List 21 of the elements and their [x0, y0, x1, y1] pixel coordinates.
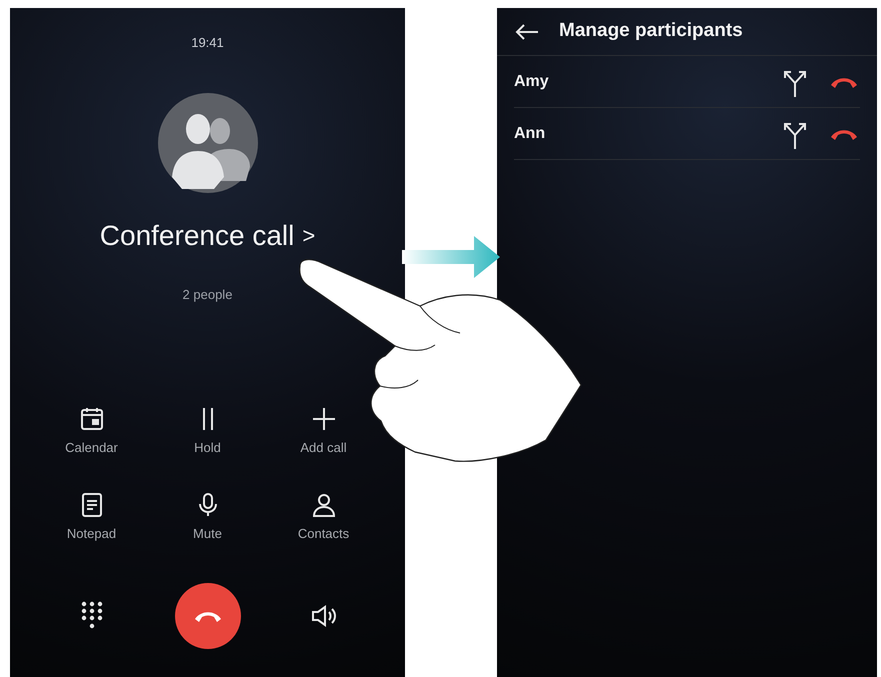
- participant-name: Amy: [514, 72, 550, 92]
- action-button[interactable]: Calendar: [34, 406, 150, 458]
- plus-icon: [310, 406, 336, 432]
- call-time: 19:41: [191, 34, 224, 52]
- details-chevron[interactable]: >: [302, 219, 316, 252]
- action-button[interactable]: Mute: [150, 492, 266, 543]
- speaker-icon[interactable]: [310, 604, 338, 628]
- participant-name: Ann: [514, 124, 546, 144]
- action-button[interactable]: Add call: [266, 406, 382, 458]
- back-arrow-icon[interactable]: [515, 24, 539, 40]
- calendar-icon: [78, 406, 104, 432]
- call-title: Conference call: [100, 218, 294, 252]
- action-button[interactable]: Hold: [150, 406, 266, 458]
- right-arrow-icon: [402, 236, 500, 278]
- action-button[interactable]: Notepad: [34, 492, 150, 543]
- screen-title: Manage participants: [559, 19, 743, 44]
- group-avatar-icon: [158, 92, 258, 192]
- person-icon: [310, 492, 336, 518]
- dialpad-icon[interactable]: [80, 601, 102, 631]
- action-button[interactable]: Contacts: [266, 492, 382, 543]
- participant-count: 2 people: [182, 286, 232, 304]
